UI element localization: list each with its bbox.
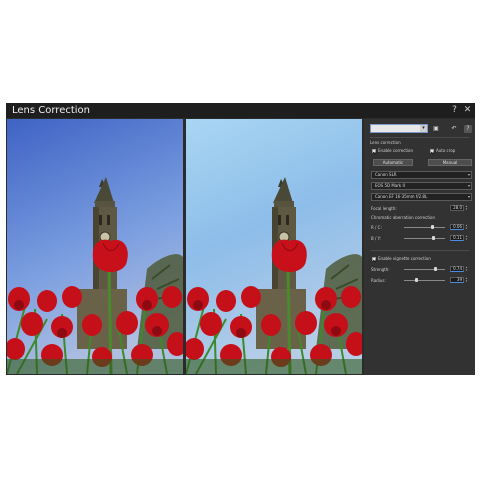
camera-make-value: Canon SLR bbox=[375, 172, 397, 177]
chevron-down-icon: ▾ bbox=[467, 183, 470, 188]
manual-button[interactable]: Manual bbox=[428, 159, 472, 166]
strength-slider-track[interactable] bbox=[404, 269, 445, 270]
by-slider-track[interactable] bbox=[404, 238, 445, 239]
auto-crop-checkbox[interactable] bbox=[430, 149, 434, 153]
rc-slider-thumb[interactable] bbox=[431, 225, 435, 229]
strength-value-field[interactable]: 0.74 bbox=[450, 266, 464, 272]
enable-correction-label: Enable correction bbox=[378, 148, 413, 153]
before-preview[interactable] bbox=[7, 119, 183, 374]
radius-label: Radius: bbox=[371, 278, 386, 283]
auto-crop-label: Auto crop bbox=[436, 148, 456, 153]
by-value-field[interactable]: 0.11 bbox=[450, 235, 464, 241]
by-label: B / Y: bbox=[371, 236, 381, 241]
rc-value-field[interactable]: 0.06 bbox=[450, 224, 464, 230]
help-icon[interactable]: ? bbox=[464, 125, 472, 133]
lens-correction-heading: Lens correction bbox=[370, 140, 401, 145]
camera-make-select[interactable]: Canon SLR ▾ bbox=[371, 171, 472, 179]
automatic-button[interactable]: Automatic bbox=[373, 159, 413, 166]
lens-correction-window: Lens Correction ? ✕ ▾ ▣ ↶ ? Lens correct… bbox=[6, 103, 475, 375]
before-image bbox=[7, 119, 183, 374]
preset-dropdown[interactable]: ▾ bbox=[370, 124, 428, 133]
strength-stepper[interactable]: ▴ ▾ bbox=[465, 266, 468, 272]
vignette-checkbox[interactable] bbox=[372, 257, 376, 261]
rc-label: R / C: bbox=[371, 225, 382, 230]
rc-stepper[interactable]: ▴ ▾ bbox=[465, 224, 468, 230]
chevron-down-icon: ▾ bbox=[467, 194, 470, 199]
lens-model-value: Canon EF 16-35mm f/2.8L bbox=[375, 194, 428, 199]
enable-correction-checkbox[interactable] bbox=[372, 149, 376, 153]
window-title: Lens Correction bbox=[12, 105, 91, 116]
radius-slider-thumb[interactable] bbox=[414, 278, 418, 282]
question-icon[interactable]: ? bbox=[449, 105, 460, 116]
chromatic-heading: Chromatic aberration correction bbox=[371, 215, 435, 220]
divider bbox=[370, 250, 470, 251]
settings-panel: ▾ ▣ ↶ ? Lens correction Enable correctio… bbox=[364, 119, 475, 375]
lens-model-select[interactable]: Canon EF 16-35mm f/2.8L ▾ bbox=[371, 193, 472, 201]
after-image bbox=[186, 119, 362, 374]
focal-length-stepper[interactable]: ▴ ▾ bbox=[465, 205, 468, 211]
chevron-down-icon: ▾ bbox=[467, 172, 470, 177]
divider bbox=[370, 137, 470, 138]
chevron-down-icon[interactable]: ▾ bbox=[420, 125, 427, 132]
rc-slider-track[interactable] bbox=[404, 227, 445, 228]
title-bar: Lens Correction ? ✕ bbox=[6, 103, 475, 118]
strength-label: Strength: bbox=[371, 267, 390, 272]
radius-slider-track[interactable] bbox=[404, 280, 445, 281]
focal-length-label: Focal length: bbox=[371, 206, 397, 211]
reset-icon[interactable]: ↶ bbox=[450, 125, 458, 133]
focal-length-field[interactable]: 28.0 bbox=[450, 205, 464, 211]
camera-model-value: EOS 5D Mark II bbox=[375, 183, 405, 188]
radius-value-field[interactable]: 39 bbox=[450, 277, 464, 283]
close-icon[interactable]: ✕ bbox=[462, 105, 473, 116]
camera-model-select[interactable]: EOS 5D Mark II ▾ bbox=[371, 182, 472, 190]
radius-stepper[interactable]: ▴ ▾ bbox=[465, 277, 468, 283]
save-icon[interactable]: ▣ bbox=[432, 125, 440, 133]
after-preview[interactable] bbox=[186, 119, 362, 374]
by-stepper[interactable]: ▴ ▾ bbox=[465, 235, 468, 241]
vignette-label: Enable vignette correction bbox=[378, 256, 431, 261]
by-slider-thumb[interactable] bbox=[432, 236, 436, 240]
